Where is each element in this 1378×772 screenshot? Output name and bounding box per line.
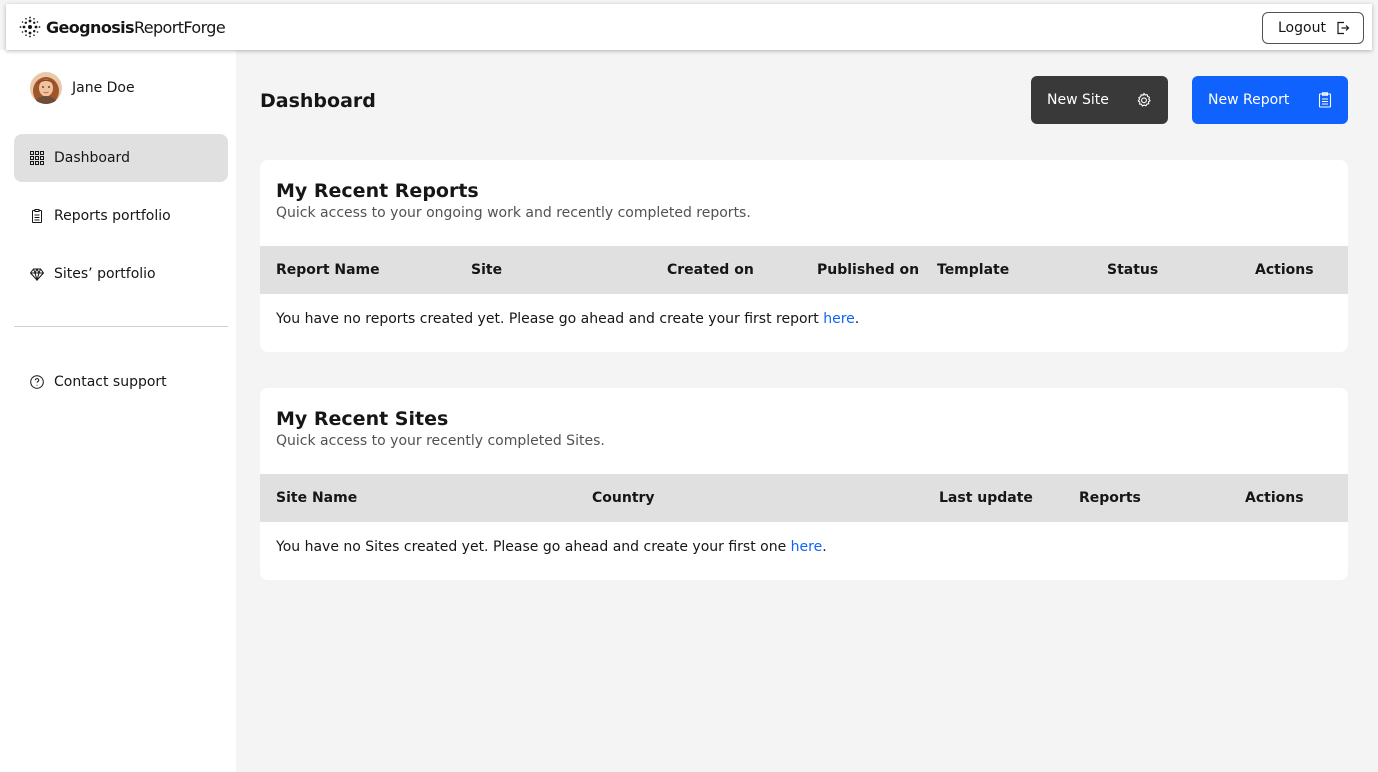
logout-label: Logout bbox=[1278, 20, 1326, 36]
sidebar-item-contact-support[interactable]: Contact support bbox=[14, 358, 228, 406]
recent-reports-card: My Recent Reports Quick access to your o… bbox=[260, 160, 1348, 352]
user-profile[interactable]: Jane Doe bbox=[30, 72, 135, 104]
diamond-icon bbox=[30, 268, 44, 281]
sidebar-item-reports-portfolio[interactable]: Reports portfolio bbox=[14, 192, 228, 240]
column-header[interactable]: Created on bbox=[667, 262, 754, 278]
brand-name-light: ReportForge bbox=[133, 17, 226, 37]
new-site-button[interactable]: New Site bbox=[1031, 76, 1168, 124]
column-header[interactable]: Site Name bbox=[276, 490, 357, 506]
sidebar-item-label: Reports portfolio bbox=[54, 208, 171, 224]
brand-logo[interactable]: GeognosisReportForge bbox=[19, 16, 226, 38]
help-circle-icon bbox=[30, 375, 44, 389]
page-title: Dashboard bbox=[260, 90, 376, 112]
card-title: My Recent Reports bbox=[276, 180, 479, 202]
table-header: Report Name Site Created on Published on… bbox=[260, 246, 1348, 294]
logout-icon bbox=[1337, 21, 1350, 35]
empty-state-message: You have no Sites created yet. Please go… bbox=[276, 539, 827, 555]
brand-name-strong: Geognosis bbox=[46, 17, 135, 37]
column-header[interactable]: Template bbox=[937, 262, 1009, 278]
new-report-label: New Report bbox=[1208, 92, 1290, 108]
empty-state-message: You have no reports created yet. Please … bbox=[276, 311, 859, 327]
new-site-label: New Site bbox=[1047, 92, 1109, 108]
column-header[interactable]: Last update bbox=[939, 490, 1033, 506]
avatar bbox=[30, 72, 62, 104]
sidebar-item-label: Sites’ portfolio bbox=[54, 266, 156, 282]
column-header[interactable]: Actions bbox=[1255, 262, 1314, 278]
sidebar-item-label: Contact support bbox=[54, 374, 167, 390]
sidebar-item-sites-portfolio[interactable]: Sites’ portfolio bbox=[14, 250, 228, 298]
sidebar-item-dashboard[interactable]: Dashboard bbox=[14, 134, 228, 182]
user-name: Jane Doe bbox=[72, 80, 135, 96]
empty-state-end: . bbox=[854, 311, 860, 327]
recent-sites-card: My Recent Sites Quick access to your rec… bbox=[260, 388, 1348, 580]
grid-icon bbox=[30, 151, 44, 165]
top-bar: GeognosisReportForge Logout bbox=[6, 4, 1372, 50]
card-title: My Recent Sites bbox=[276, 408, 449, 430]
create-report-link[interactable]: here bbox=[823, 311, 855, 327]
clipboard-icon bbox=[32, 209, 42, 223]
column-header[interactable]: Report Name bbox=[276, 262, 380, 278]
sidebar-divider bbox=[14, 326, 228, 327]
gear-icon bbox=[1137, 92, 1151, 107]
clipboard-icon bbox=[1318, 92, 1332, 108]
column-header[interactable]: Published on bbox=[817, 262, 919, 278]
logout-button[interactable]: Logout bbox=[1262, 12, 1364, 44]
column-header[interactable]: Reports bbox=[1079, 490, 1141, 506]
new-report-button[interactable]: New Report bbox=[1192, 76, 1348, 124]
card-subtitle: Quick access to your ongoing work and re… bbox=[276, 205, 751, 221]
logo-mark-icon bbox=[19, 16, 41, 38]
card-subtitle: Quick access to your recently completed … bbox=[276, 433, 605, 449]
main-content: Dashboard New Site New Report My Recent … bbox=[236, 50, 1378, 772]
column-header[interactable]: Site bbox=[471, 262, 502, 278]
sidebar: Jane Doe Dashboard Reports portfolio Sit… bbox=[0, 50, 236, 772]
empty-state-text: You have no Sites created yet. Please go… bbox=[276, 539, 791, 555]
table-header: Site Name Country Last update Reports Ac… bbox=[260, 474, 1348, 522]
create-site-link[interactable]: here bbox=[791, 539, 823, 555]
column-header[interactable]: Status bbox=[1107, 262, 1158, 278]
column-header[interactable]: Actions bbox=[1245, 490, 1304, 506]
sidebar-item-label: Dashboard bbox=[54, 150, 130, 166]
empty-state-end: . bbox=[822, 539, 827, 555]
empty-state-text: You have no reports created yet. Please … bbox=[276, 311, 824, 327]
column-header[interactable]: Country bbox=[592, 490, 655, 506]
